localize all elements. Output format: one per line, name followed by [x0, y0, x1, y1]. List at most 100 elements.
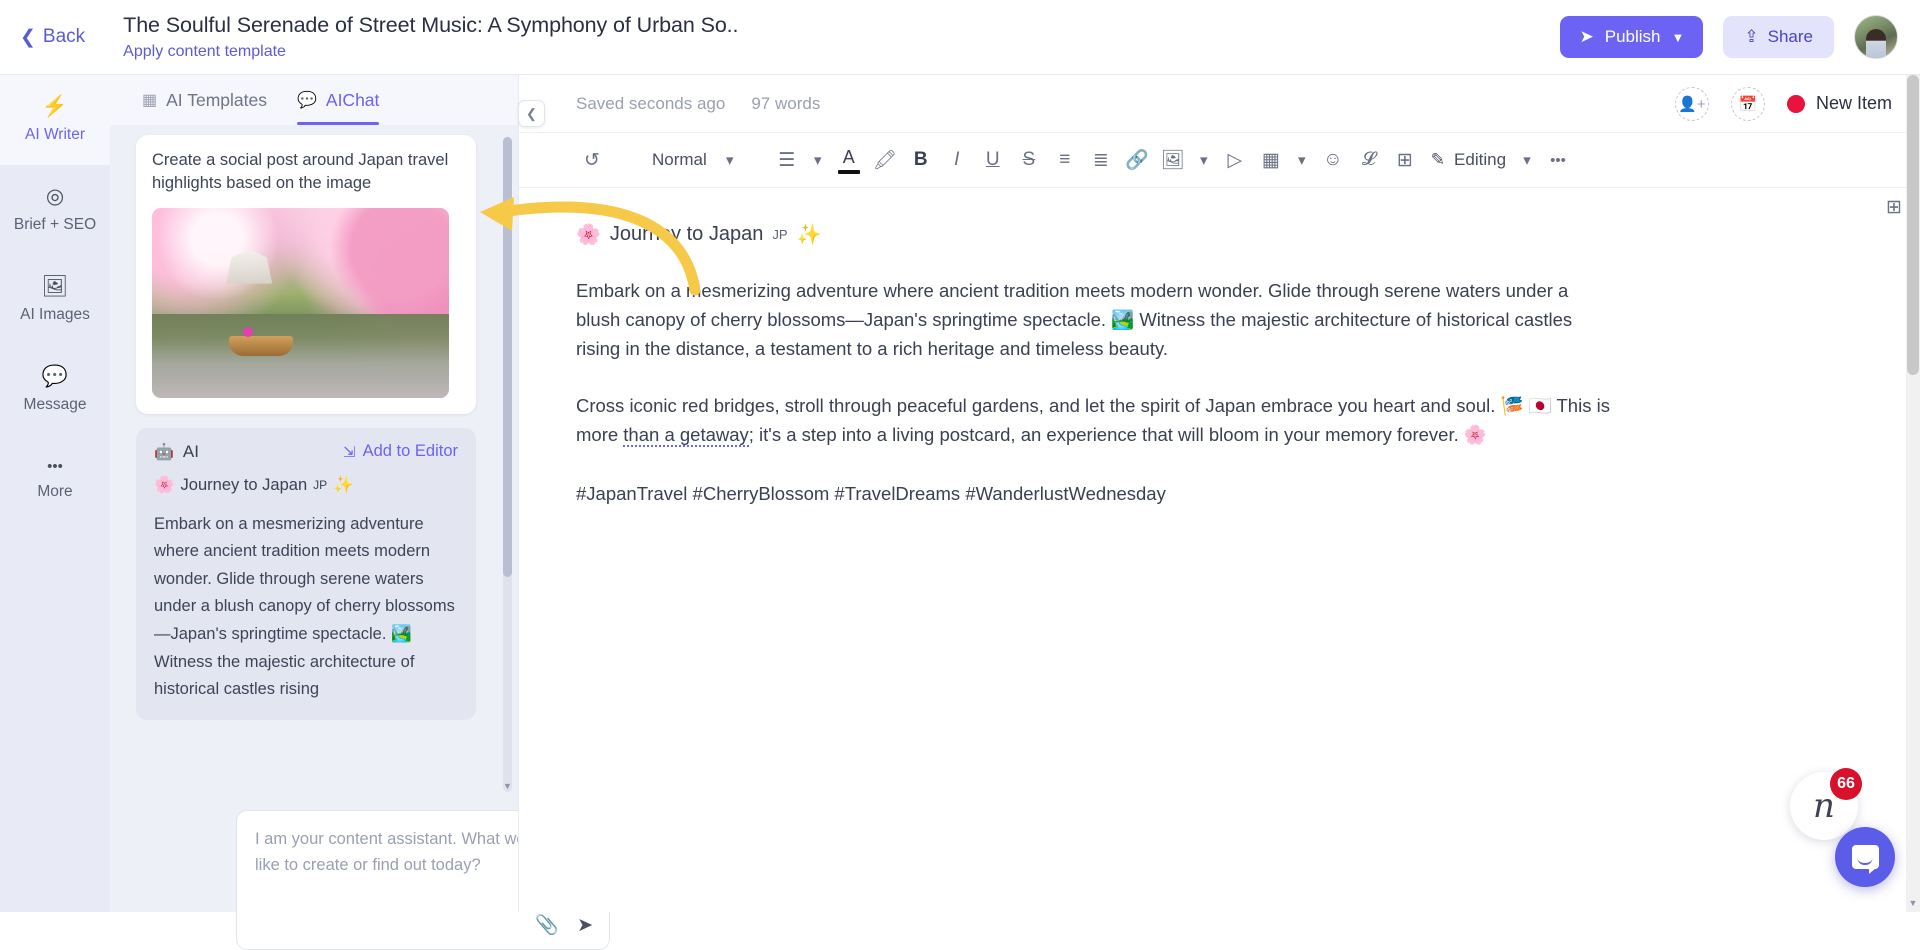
add-comment-icon[interactable]: ⊞: [1387, 142, 1423, 178]
italic-button[interactable]: I: [939, 142, 975, 178]
chat-attached-image[interactable]: [152, 208, 449, 398]
ai-chat-panel: ▦ AI Templates 💬 AIChat Create a social …: [110, 75, 518, 912]
bullet-list-icon[interactable]: ≡: [1047, 142, 1083, 178]
add-to-editor-button[interactable]: ⇲ Add to Editor: [343, 442, 458, 461]
chat-user-text: Create a social post around Japan travel…: [152, 149, 460, 196]
share-label: Share: [1768, 27, 1813, 47]
notification-badge: 66: [1830, 768, 1862, 800]
add-to-editor-label: Add to Editor: [363, 442, 458, 461]
chevron-down-icon[interactable]: ▾: [1191, 142, 1217, 178]
chevron-down-icon[interactable]: ▼: [1906, 898, 1920, 908]
chat-message-list: Create a social post around Japan travel…: [110, 125, 518, 805]
publish-label: Publish: [1605, 27, 1661, 47]
intercom-chat-button[interactable]: [1835, 827, 1895, 887]
sparkles-icon: ✨: [333, 476, 354, 495]
strikethrough-button[interactable]: S: [1011, 142, 1047, 178]
sidebar-item-message[interactable]: 💬 Message: [0, 345, 110, 435]
undo-icon[interactable]: ↺: [574, 142, 610, 178]
document-canvas[interactable]: ⊞ 🌸 Journey to Japan JP ✨ Embark on a me…: [519, 188, 1920, 508]
document-paragraph: Cross iconic red bridges, stroll through…: [576, 391, 1616, 449]
document-heading: 🌸 Journey to Japan JP ✨: [576, 222, 1830, 247]
image-boat-layer: [229, 336, 293, 356]
editor-status-bar: Saved seconds ago 97 words 👤+ 📅 New Item: [519, 75, 1920, 132]
pencil-icon: ✎: [1431, 150, 1445, 170]
chevron-down-icon[interactable]: ▾: [805, 142, 831, 178]
chat-user-message: Create a social post around Japan travel…: [136, 135, 476, 414]
avatar[interactable]: [1854, 15, 1898, 59]
sidebar-item-ai-writer[interactable]: ⚡ AI Writer: [0, 75, 110, 165]
tab-label: AIChat: [326, 90, 380, 111]
link-icon[interactable]: 🔗: [1119, 142, 1155, 178]
chevron-down-icon[interactable]: ▾: [717, 142, 743, 178]
image-icon: 🖼: [42, 276, 69, 297]
ai-sender: 🤖 AI: [154, 442, 199, 462]
add-person-icon[interactable]: 👤+: [1675, 87, 1709, 121]
chevron-down-icon[interactable]: ▾: [1514, 142, 1540, 178]
page-title: The Soulful Serenade of Street Music: A …: [123, 13, 738, 38]
publish-button[interactable]: ➤ Publish ▼: [1560, 16, 1703, 58]
apply-content-template-link[interactable]: Apply content template: [123, 43, 738, 61]
send-icon[interactable]: ➤: [577, 914, 593, 937]
spellcheck-underlined-text[interactable]: than a getaway: [623, 424, 748, 447]
numbered-list-icon[interactable]: ≣: [1083, 142, 1119, 178]
page-scrollbar-thumb[interactable]: [1907, 75, 1919, 375]
sidebar-item-more[interactable]: ••• More: [0, 435, 110, 525]
back-button[interactable]: ❮ Back: [20, 26, 85, 48]
templates-icon: ▦: [142, 90, 157, 110]
sidebar-item-ai-images[interactable]: 🖼 AI Images: [0, 255, 110, 345]
underline-button[interactable]: U: [975, 142, 1011, 178]
chat-tabs: ▦ AI Templates 💬 AIChat: [110, 75, 518, 125]
chevron-left-icon: ❮: [20, 28, 36, 47]
paperclip-icon[interactable]: 📎: [535, 913, 559, 937]
chat-ai-message: 🤖 AI ⇲ Add to Editor 🌸 Journey to Japan …: [136, 428, 476, 720]
ellipsis-icon[interactable]: •••: [1540, 142, 1576, 178]
collapse-panel-button[interactable]: ❮: [518, 100, 545, 127]
insert-icon: ⇲: [343, 443, 356, 461]
sparkles-icon: ✨: [797, 222, 822, 247]
message-icon: 💬: [42, 366, 68, 387]
text-color-icon[interactable]: A: [831, 147, 867, 174]
document-editor: Saved seconds ago 97 words 👤+ 📅 New Item…: [518, 75, 1920, 912]
chevron-down-icon[interactable]: ▼: [503, 780, 512, 792]
status-badge[interactable]: New Item: [1787, 93, 1892, 114]
chevron-down-icon[interactable]: ▾: [1289, 142, 1315, 178]
calendar-add-icon[interactable]: 📅: [1731, 87, 1765, 121]
intercom-chat-icon: [1852, 845, 1879, 869]
sidebar-item-brief-seo[interactable]: ◎ Brief + SEO: [0, 165, 110, 255]
document-heading-text: Journey to Japan: [610, 223, 763, 246]
bold-button[interactable]: B: [903, 142, 939, 178]
chevron-left-icon: ❮: [526, 106, 537, 122]
text-style-select[interactable]: Normal: [636, 150, 717, 170]
title-block: The Soulful Serenade of Street Music: A …: [123, 13, 738, 61]
paragraph-part-b: ; it's a step into a living postcard, an…: [749, 424, 1487, 445]
highlighter-icon[interactable]: 🖍: [867, 142, 903, 178]
emoji-icon[interactable]: ☺: [1315, 142, 1351, 178]
editing-mode-button[interactable]: ✎ Editing: [1423, 150, 1514, 170]
header-actions: ➤ Publish ▼ ⇪ Share: [1560, 15, 1898, 59]
align-icon[interactable]: ☰: [769, 142, 805, 178]
table-icon[interactable]: ▦: [1253, 142, 1289, 178]
editor-toolbar: ↺ Normal ▾ ☰ ▾ A 🖍 B I U S ≡ ≣ 🔗 🖼 ▾ ▷ ▦…: [519, 132, 1920, 188]
tab-ai-templates[interactable]: ▦ AI Templates: [142, 75, 267, 125]
share-button[interactable]: ⇪ Share: [1723, 16, 1834, 58]
app-header: ❮ Back The Soulful Serenade of Street Mu…: [0, 0, 1920, 75]
sidebar-item-label: More: [37, 483, 72, 501]
chat-ai-heading-text: Journey to Japan: [181, 476, 308, 495]
chat-scrollbar-thumb[interactable]: [503, 137, 512, 577]
clear-format-icon[interactable]: 𝓛: [1351, 142, 1387, 178]
tab-aichat[interactable]: 💬 AIChat: [297, 75, 379, 125]
play-icon[interactable]: ▷: [1217, 142, 1253, 178]
sidebar-item-label: AI Writer: [25, 126, 85, 144]
target-icon: ◎: [46, 186, 64, 207]
ellipsis-icon: •••: [47, 459, 63, 474]
chat-ai-header: 🤖 AI ⇲ Add to Editor: [154, 442, 458, 462]
status-dot-icon: [1787, 95, 1805, 113]
chat-scrollbar[interactable]: ▼: [503, 137, 512, 792]
image-water-layer: [152, 314, 449, 398]
chat-ai-heading: 🌸 Journey to Japan JP ✨: [154, 476, 458, 495]
editing-mode-label: Editing: [1454, 150, 1506, 170]
cherry-blossom-icon: 🌸: [576, 222, 601, 247]
image-icon[interactable]: 🖼: [1155, 142, 1191, 178]
page-scrollbar[interactable]: ▼: [1906, 75, 1920, 912]
send-icon: ➤: [1579, 27, 1593, 47]
